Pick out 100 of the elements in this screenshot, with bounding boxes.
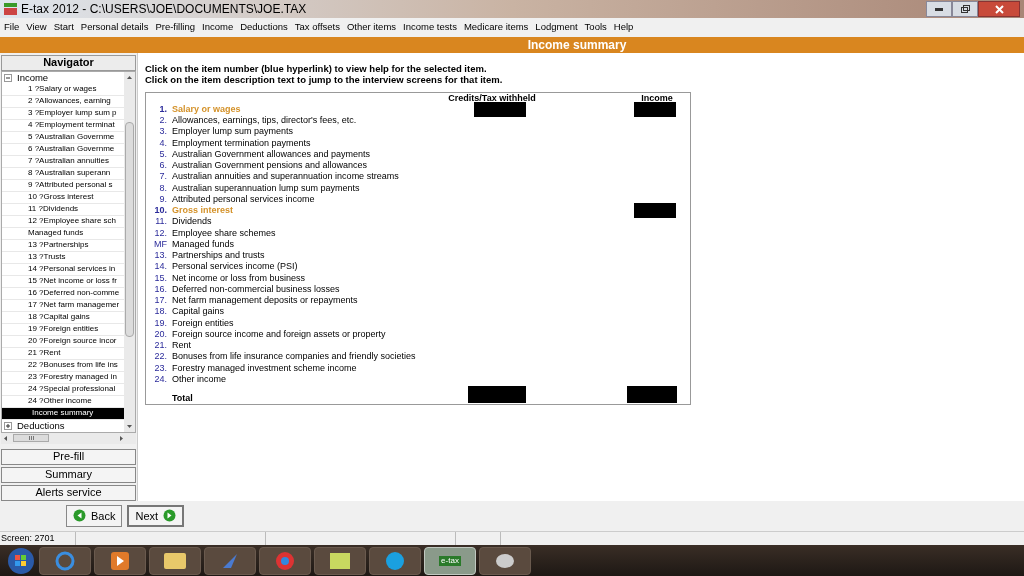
item-description-link[interactable]: Foreign source income and foreign assets or property: [172, 329, 474, 339]
item-number-link[interactable]: 10.: [146, 206, 172, 215]
tree-item[interactable]: 24 ?Other income: [2, 395, 124, 408]
item-number-link[interactable]: 11.: [146, 217, 172, 227]
item-number-link[interactable]: 23.: [146, 363, 172, 373]
item-description-link[interactable]: Foreign entities: [172, 318, 474, 328]
next-button[interactable]: Next: [127, 504, 185, 527]
item-description-link[interactable]: Rent: [172, 341, 474, 350]
tree-item[interactable]: 17 ?Net farm managemer: [2, 299, 124, 312]
etax-taskbar-button[interactable]: e-tax: [424, 546, 476, 575]
tree-item[interactable]: 6 ?Australian Governme: [2, 143, 124, 156]
item-description-link[interactable]: Dividends: [172, 217, 474, 227]
tree-item[interactable]: 12 ?Employee share sch: [2, 215, 124, 228]
expand-toggle[interactable]: [4, 421, 12, 430]
item-number-link[interactable]: 20.: [146, 329, 172, 339]
item-description-link[interactable]: Other income: [172, 374, 474, 384]
item-number-link[interactable]: 12.: [146, 228, 172, 238]
item-number-link[interactable]: 2.: [146, 116, 172, 125]
menu-item[interactable]: File: [4, 20, 20, 35]
tree-item[interactable]: 5 ?Australian Governme: [2, 131, 124, 144]
item-description-link[interactable]: Bonuses from life insurance companies and friendly societies: [172, 352, 474, 362]
item-number-link[interactable]: 7.: [146, 172, 172, 182]
tree-item[interactable]: 13 ?Trusts: [2, 251, 124, 264]
item-number-link[interactable]: 17.: [146, 296, 172, 305]
tree-item[interactable]: 18 ?Capital gains: [2, 311, 124, 324]
tree-item[interactable]: 7 ?Australian annuities: [2, 155, 124, 168]
explorer-taskbar-button[interactable]: [149, 546, 201, 575]
item-description-link[interactable]: Australian Government allowances and payments: [172, 149, 474, 159]
side-button[interactable]: Summary: [1, 466, 136, 483]
tree-item[interactable]: 4 ?Employment terminat: [2, 119, 124, 132]
tree-item[interactable]: Managed funds: [2, 227, 124, 240]
tree-item[interactable]: 22 ?Bonuses from life ins: [2, 359, 124, 372]
menu-item[interactable]: View: [26, 20, 47, 35]
item-number-link[interactable]: 16.: [146, 284, 172, 294]
menu-item[interactable]: Medicare items: [463, 20, 529, 35]
start-orb-icon[interactable]: [6, 546, 36, 575]
side-button[interactable]: Alerts service: [1, 484, 136, 501]
item-description-link[interactable]: Employee share schemes: [172, 228, 474, 238]
skype-taskbar-button[interactable]: [369, 546, 421, 575]
item-number-link[interactable]: 9.: [146, 194, 172, 204]
item-number-link[interactable]: 8.: [146, 183, 172, 193]
item-description-link[interactable]: Partnerships and trusts: [172, 251, 474, 260]
tree-item[interactable]: 13 ?Partnerships: [2, 239, 124, 252]
item-number-link[interactable]: 18.: [146, 307, 172, 317]
item-description-link[interactable]: Allowances, earnings, tips, director's fees, etc.: [172, 116, 474, 125]
tree-item[interactable]: 20 ?Foreign source incor: [2, 335, 124, 348]
item-description-link[interactable]: Managed funds: [172, 239, 474, 249]
tree-item[interactable]: 10 ?Gross interest: [2, 191, 124, 204]
item-description-link[interactable]: Net income or loss from business: [172, 273, 474, 283]
maximize-button[interactable]: [952, 1, 978, 17]
tree-group[interactable]: Deductions: [17, 418, 65, 433]
menu-item[interactable]: Lodgment: [535, 20, 578, 35]
item-description-link[interactable]: Australian annuities and superannuation income streams: [172, 172, 474, 182]
item-number-link[interactable]: 5.: [146, 149, 172, 159]
collapse-toggle[interactable]: [4, 73, 12, 82]
item-number-link[interactable]: 4.: [146, 138, 172, 148]
close-button[interactable]: [978, 1, 1020, 17]
item-number-link[interactable]: 22.: [146, 352, 172, 362]
minimize-button[interactable]: [926, 1, 952, 17]
tree-item[interactable]: 9 ?Attributed personal s: [2, 179, 124, 192]
item-number-link[interactable]: 24.: [146, 374, 172, 384]
item-number-link[interactable]: MF: [146, 239, 172, 249]
tree-item[interactable]: 3 ?Employer lump sum p: [2, 107, 124, 120]
item-description-link[interactable]: Forestry managed investment scheme income: [172, 363, 474, 373]
item-number-link[interactable]: 1.: [146, 104, 172, 114]
item-description-link[interactable]: Australian Government pensions and allowances: [172, 161, 474, 170]
item-number-link[interactable]: 6.: [146, 161, 172, 170]
item-description-link[interactable]: Attributed personal services income: [172, 194, 474, 204]
browser-taskbar-button[interactable]: [39, 546, 91, 575]
side-button[interactable]: Pre-fill: [1, 448, 136, 465]
item-description-link[interactable]: Employer lump sum payments: [172, 127, 474, 137]
media-player-taskbar-button[interactable]: [94, 546, 146, 575]
item-number-link[interactable]: 14.: [146, 262, 172, 272]
tree-item[interactable]: 14 ?Personal services in: [2, 263, 124, 276]
item-number-link[interactable]: 21.: [146, 341, 172, 350]
tree-item[interactable]: 24 ?Special professional: [2, 383, 124, 396]
item-description-link[interactable]: Employment termination payments: [172, 138, 474, 148]
vertical-scrollbar[interactable]: [124, 71, 135, 432]
menu-item[interactable]: Tax offsets: [294, 20, 340, 35]
paint-taskbar-button[interactable]: [479, 546, 531, 575]
item-number-link[interactable]: 3.: [146, 127, 172, 137]
tree-group[interactable]: Income: [17, 70, 49, 85]
tree-item[interactable]: 21 ?Rent: [2, 347, 124, 360]
menu-item[interactable]: Deductions: [240, 20, 288, 35]
item-description-link[interactable]: Australian superannuation lump sum payments: [172, 183, 474, 193]
tree-item[interactable]: 15 ?Net income or loss fr: [2, 275, 124, 288]
tree-item[interactable]: 1 ?Salary or wages: [2, 83, 124, 96]
item-number-link[interactable]: 13.: [146, 251, 172, 260]
tree-item[interactable]: 23 ?Forestry managed in: [2, 371, 124, 384]
item-description-link[interactable]: Personal services income (PSI): [172, 262, 474, 272]
menu-item[interactable]: Start: [53, 20, 74, 35]
tree-item[interactable]: 8 ?Australian superann: [2, 167, 124, 180]
menu-item[interactable]: Income tests: [403, 20, 457, 35]
tree-item[interactable]: 2 ?Allowances, earning: [2, 95, 124, 108]
horizontal-scrollbar[interactable]: [1, 432, 136, 444]
menu-item[interactable]: Pre-filling: [155, 20, 195, 35]
item-number-link[interactable]: 15.: [146, 273, 172, 283]
menu-item[interactable]: Tools: [584, 20, 607, 35]
back-button[interactable]: Back: [66, 504, 123, 527]
chrome-taskbar-button[interactable]: [259, 546, 311, 575]
